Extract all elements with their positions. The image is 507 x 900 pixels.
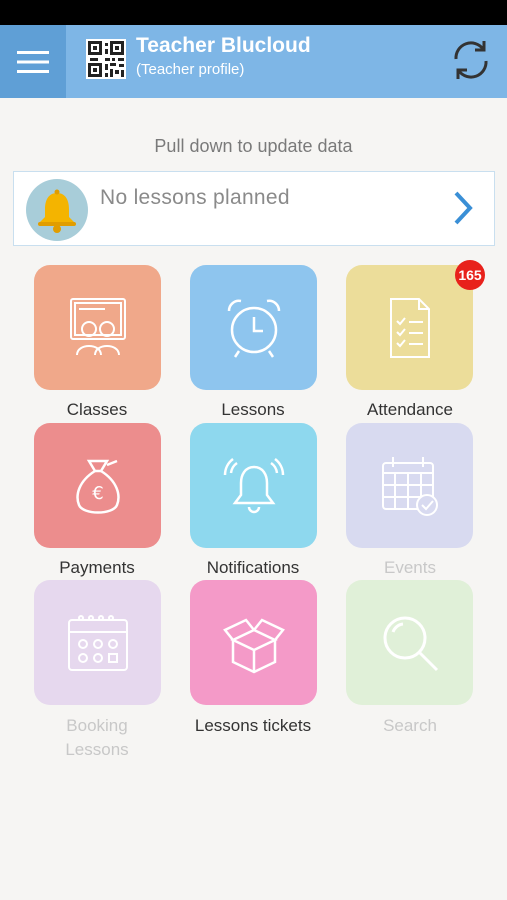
tile-events-label: Events	[384, 558, 436, 577]
chevron-right-icon	[454, 191, 473, 225]
next-lesson-card[interactable]: No lessons planned	[13, 171, 495, 246]
app-header: Teacher Blucloud (Teacher profile)	[0, 25, 507, 98]
classroom-icon	[69, 297, 126, 355]
notification-badge: 165	[455, 260, 485, 290]
bell-avatar	[26, 179, 88, 241]
bell-alert-icon	[38, 189, 76, 233]
tile-payments[interactable]: €	[34, 423, 161, 548]
tile-lessons-tickets-label: Lessons tickets	[194, 716, 312, 735]
tile-classes-label: Classes	[66, 400, 128, 419]
alarm-clock-icon	[227, 299, 280, 358]
tile-lessons-label: Lessons	[221, 400, 285, 419]
tile-classes[interactable]	[34, 265, 161, 390]
tile-attendance-label: Attendance	[366, 400, 453, 419]
checklist-icon	[389, 297, 430, 358]
search-icon	[383, 616, 438, 671]
bell-icon	[223, 457, 284, 513]
tile-booking-lessons-label: Booking Lessons	[65, 716, 129, 759]
tile-lessons[interactable]	[190, 265, 317, 390]
tile-lessons-tickets[interactable]	[190, 580, 317, 705]
box-icon	[222, 617, 285, 673]
tile-notifications[interactable]	[190, 423, 317, 548]
status-bar	[0, 0, 507, 25]
lesson-status-text: No lessons planned	[100, 186, 290, 209]
menu-button[interactable]	[0, 25, 66, 98]
svg-text:€: €	[92, 483, 103, 504]
qr-code-icon[interactable]	[86, 39, 126, 79]
pull-to-refresh-hint: Pull down to update data	[154, 136, 353, 156]
tile-booking-lessons	[34, 580, 161, 705]
sync-icon[interactable]	[446, 35, 496, 85]
tile-events	[346, 423, 473, 548]
tile-search-label: Search	[383, 716, 437, 735]
tile-attendance[interactable]	[346, 265, 473, 390]
hamburger-icon	[17, 50, 49, 73]
page-title: Teacher Blucloud	[136, 34, 311, 57]
money-bag-icon: €	[75, 459, 120, 514]
calendar-icon	[67, 614, 128, 671]
page-subtitle: (Teacher profile)	[136, 61, 245, 78]
tile-payments-label: Payments	[59, 558, 135, 577]
tile-notifications-label: Notifications	[206, 558, 300, 577]
tile-search	[346, 580, 473, 705]
calendar-check-icon	[381, 456, 438, 516]
